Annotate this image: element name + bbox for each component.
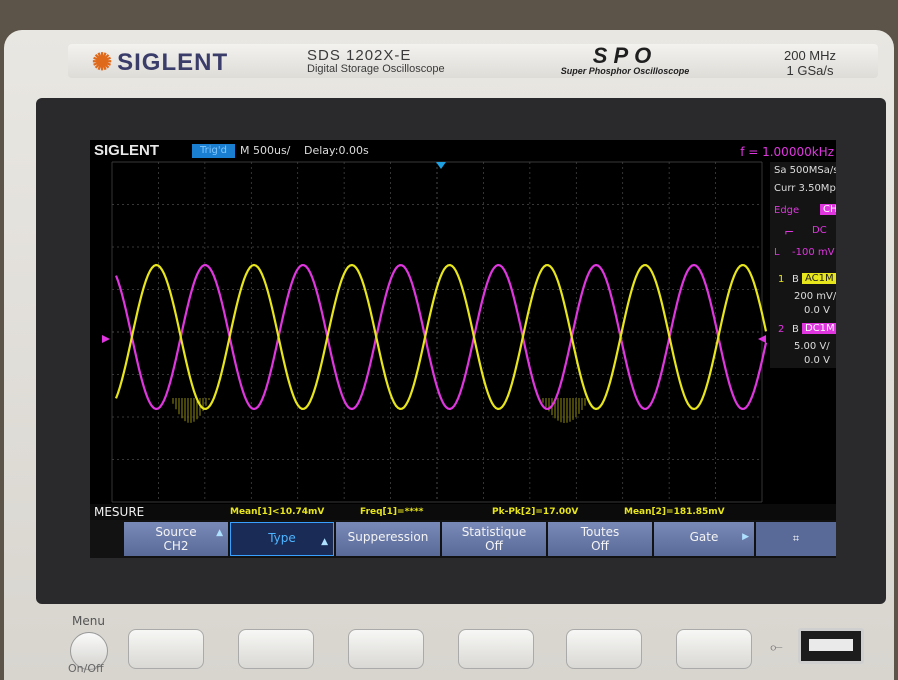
rising-edge-icon: ⌐	[784, 225, 795, 239]
softkey-hw-3[interactable]	[348, 629, 424, 669]
softkey-statistics-label: Statistique	[461, 525, 527, 539]
softkey-source-value: CH2	[163, 539, 189, 553]
siglent-logo: ✺ SIGLENT	[92, 48, 228, 77]
ch2-bw-marker: B	[792, 324, 799, 335]
trigger-coupling[interactable]: DC	[812, 225, 827, 236]
ch1-bw-marker: B	[792, 274, 799, 285]
network-icon: ⌗	[756, 522, 836, 556]
model-subtitle: Digital Storage Oscilloscope	[307, 63, 445, 75]
softkey-source-label: Source	[155, 525, 197, 539]
softkey-suppression[interactable]: Supperession	[336, 522, 440, 556]
sample-rate: 1 GSa/s	[786, 63, 834, 78]
softkey-hw-5[interactable]	[566, 629, 642, 669]
up-arrow-icon: ▲	[216, 528, 223, 538]
trigger-type[interactable]: Edge	[774, 205, 799, 216]
right-info-panel: Sa 500MSa/s Curr 3.50Mpts Edge CH2 ⌐ DC …	[770, 162, 836, 368]
spo-logo: SPO	[592, 43, 658, 68]
spec-label: 200 MHz 1 GSa/s	[760, 48, 860, 78]
onoff-label: On/Off	[68, 662, 104, 675]
softkey-gate[interactable]: Gate ▶	[654, 522, 754, 556]
measurement-freq1: Freq[1]=****	[360, 507, 424, 517]
trigger-source[interactable]: CH2	[820, 204, 836, 215]
softkey-hw-1[interactable]	[128, 629, 204, 669]
measurement-pkpk2: Pk-Pk[2]=17.00V	[492, 507, 579, 517]
softkey-hw-4[interactable]	[458, 629, 534, 669]
spo-label: SPO Super Phosphor Oscilloscope	[540, 43, 710, 77]
measurement-mean2: Mean[2]=181.85mV	[624, 507, 725, 517]
ch1-offset[interactable]: 0.0 V	[804, 305, 830, 316]
softkey-type[interactable]: Type ▲	[230, 522, 334, 556]
bandwidth: 200 MHz	[783, 48, 837, 63]
softkey-all-label: Toutes	[580, 525, 620, 539]
softkey-gate-label: Gate	[689, 530, 719, 544]
memory-depth: Curr 3.50Mpts	[774, 183, 836, 194]
measurement-mean1: Mean[1]<10.74mV	[230, 507, 325, 517]
usb-port[interactable]	[798, 628, 864, 664]
model-label: SDS 1202X-E Digital Storage Oscilloscope	[307, 47, 445, 75]
graticule	[111, 161, 763, 503]
up-arrow-icon: ▲	[321, 537, 328, 547]
ch1-number[interactable]: 1	[778, 274, 784, 285]
siglent-swirl-icon: ✺	[92, 49, 114, 76]
ch1-waveform	[114, 263, 768, 411]
softkey-all[interactable]: Toutes Off	[548, 522, 652, 556]
ch2-offset[interactable]: 0.0 V	[804, 355, 830, 366]
softkey-suppression-label: Supperession	[347, 530, 429, 544]
right-arrow-icon: ▶	[742, 532, 749, 542]
menu-label: Menu	[72, 614, 105, 628]
softkey-statistics-value: Off	[485, 539, 503, 553]
ch2-coupling[interactable]: DC1M	[802, 323, 836, 334]
usb-icon: ⟜	[770, 637, 783, 656]
softkey-hw-2[interactable]	[238, 629, 314, 669]
spo-subtitle: Super Phosphor Oscilloscope	[560, 66, 690, 76]
softkey-all-value: Off	[591, 539, 609, 553]
trigger-level[interactable]: -100 mV	[792, 247, 834, 258]
softkey-source[interactable]: Source CH2 ▲	[124, 522, 228, 556]
ch2-number[interactable]: 2	[778, 324, 784, 335]
oscilloscope-screen: SIGLENT Trig'd M 500us/ Delay:0.00s f = …	[90, 140, 836, 558]
ch2-scale[interactable]: 5.00 V/	[794, 341, 830, 352]
ch1-coupling[interactable]: AC1M	[802, 273, 836, 284]
ch1-scale[interactable]: 200 mV/	[794, 291, 836, 302]
model-name: SDS 1202X-E	[307, 47, 412, 64]
waveform-display	[102, 161, 768, 503]
softkey-hw-6[interactable]	[676, 629, 752, 669]
softkey-statistics[interactable]: Statistique Off	[442, 522, 546, 556]
trigger-level-label: L	[774, 247, 780, 258]
sample-rate-readout: Sa 500MSa/s	[774, 165, 836, 176]
ch2-level-marker	[102, 335, 110, 343]
measure-menu-title: MESURE	[94, 505, 145, 519]
measurement-bar: MESURE Mean[1]<10.74mV Freq[1]=**** Pk-P…	[90, 504, 836, 520]
softkey-type-label: Type	[268, 531, 296, 545]
ch1-noise-bursts	[172, 398, 589, 423]
brand-text: SIGLENT	[117, 49, 229, 76]
softkey-menu: Source CH2 ▲ Type ▲ Supperession Statist…	[90, 520, 836, 558]
